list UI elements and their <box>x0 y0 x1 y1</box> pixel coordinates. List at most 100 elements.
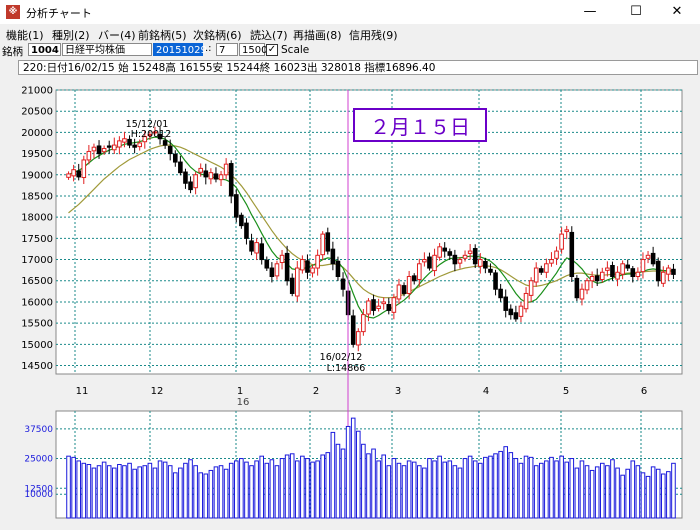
volume-bar <box>605 465 610 519</box>
candle-down <box>493 272 498 290</box>
menu-bar-type[interactable]: バー(4) <box>98 27 136 43</box>
y-tick-label: 16000 <box>21 297 53 308</box>
candle-down <box>127 138 132 146</box>
candle-down <box>340 278 346 290</box>
candle-down <box>162 140 168 146</box>
volume-bar <box>279 458 285 519</box>
candle-up <box>605 267 610 271</box>
volume-bar <box>86 464 92 519</box>
candle-down <box>96 145 102 155</box>
menu-prev-symbol[interactable]: 前銘柄(5) <box>138 27 187 43</box>
candle-down <box>569 231 575 278</box>
volume-bar <box>228 462 234 519</box>
volume-bar <box>488 455 493 519</box>
volume-bar <box>137 466 143 519</box>
volume-bar <box>167 465 173 519</box>
volume-bar <box>376 460 381 519</box>
volume-bar <box>564 461 570 519</box>
volume-bar <box>371 448 376 519</box>
y-tick-label: 15500 <box>21 319 53 330</box>
chart-svg: 21000 20500 20000 19500 19000 18500 18000 17500… <box>18 82 698 519</box>
candle-down <box>178 161 183 174</box>
candle-up <box>599 271 605 280</box>
volume-bar <box>422 467 427 519</box>
candle-down <box>289 277 295 294</box>
volume-bar <box>467 455 473 519</box>
candle-up <box>361 314 366 333</box>
volume-bar <box>106 465 112 519</box>
volume-bar <box>91 467 97 519</box>
candle-up <box>396 284 402 300</box>
candle-down <box>106 145 112 148</box>
menu-redraw[interactable]: 再描画(8) <box>293 27 342 43</box>
candle-up <box>589 276 595 282</box>
volume-bar <box>310 461 315 519</box>
y-tick-label: 19000 <box>21 170 53 181</box>
x-month-label: 1 <box>237 386 243 397</box>
volume-bar <box>325 452 331 519</box>
volume-bar <box>366 453 371 519</box>
volume-bar <box>284 454 290 519</box>
volume-bar <box>447 460 453 519</box>
info-line: 220:日付16/02/15 始 15248高 16155安 15244終 16… <box>18 60 698 75</box>
volume-bar <box>442 461 448 519</box>
candle-down <box>284 252 290 282</box>
candle-up <box>193 174 198 189</box>
x-month-label: 4 <box>483 386 489 397</box>
y-tick-label: 18000 <box>21 213 53 224</box>
volume-bar <box>411 461 417 519</box>
menu-kinou[interactable]: 機能(1) <box>6 27 44 43</box>
volume-tick-label: 10000 <box>24 490 53 500</box>
volume-bar <box>147 462 153 519</box>
candle-up <box>218 174 224 181</box>
scale-checkbox[interactable]: ✓ <box>266 44 278 56</box>
candle-up <box>640 259 646 273</box>
maximize-button[interactable]: ☐ <box>613 0 659 24</box>
candle-up <box>437 246 442 258</box>
volume-bar <box>178 467 183 519</box>
close-button[interactable]: ✕ <box>654 0 700 24</box>
volume-bar <box>396 462 402 519</box>
candle-down <box>269 267 275 278</box>
period-input[interactable]: 7 <box>216 43 238 56</box>
candle-down <box>483 260 488 269</box>
menu-load[interactable]: 読込(7) <box>250 27 288 43</box>
volume-bar <box>584 465 590 519</box>
volume-bar <box>671 462 676 519</box>
volume-bar <box>269 459 275 519</box>
candle-up <box>660 271 666 284</box>
candle-up <box>274 263 280 277</box>
candle-up <box>467 250 473 254</box>
menu-margin[interactable]: 信用残(9) <box>349 27 398 43</box>
volume-bar <box>81 462 87 519</box>
volume-bar <box>498 450 503 519</box>
volume-bar <box>630 460 636 519</box>
volume-bar <box>416 465 422 519</box>
minimize-button[interactable]: — <box>567 0 613 24</box>
candle-up <box>279 254 285 264</box>
candle-up <box>208 172 214 180</box>
volume-bar <box>462 458 468 519</box>
candle-up <box>615 271 620 280</box>
start-date-input[interactable]: 20151029 <box>153 43 207 56</box>
candle-down <box>447 251 453 256</box>
menu-next-symbol[interactable]: 次銘柄(6) <box>193 27 242 43</box>
volume-bar <box>589 469 595 519</box>
volume-bar <box>615 467 620 519</box>
y-tick-label: 20000 <box>21 128 53 139</box>
candle-down <box>325 232 331 252</box>
candle-down <box>172 153 178 163</box>
candle-up <box>300 259 305 271</box>
volume-bar <box>111 467 117 519</box>
candle-down <box>650 252 656 265</box>
candle-down <box>249 240 254 252</box>
volume-bar <box>391 458 397 519</box>
volume-bar <box>289 453 295 519</box>
volume-bar <box>157 460 163 519</box>
volume-bar <box>432 460 437 519</box>
symbol-code-input[interactable]: 1004 <box>28 43 61 56</box>
bars-input[interactable]: 1500 <box>239 43 267 56</box>
menu-shubetsu[interactable]: 種別(2) <box>52 27 90 43</box>
candle-down <box>330 248 336 265</box>
x-month-label: 5 <box>563 386 569 397</box>
